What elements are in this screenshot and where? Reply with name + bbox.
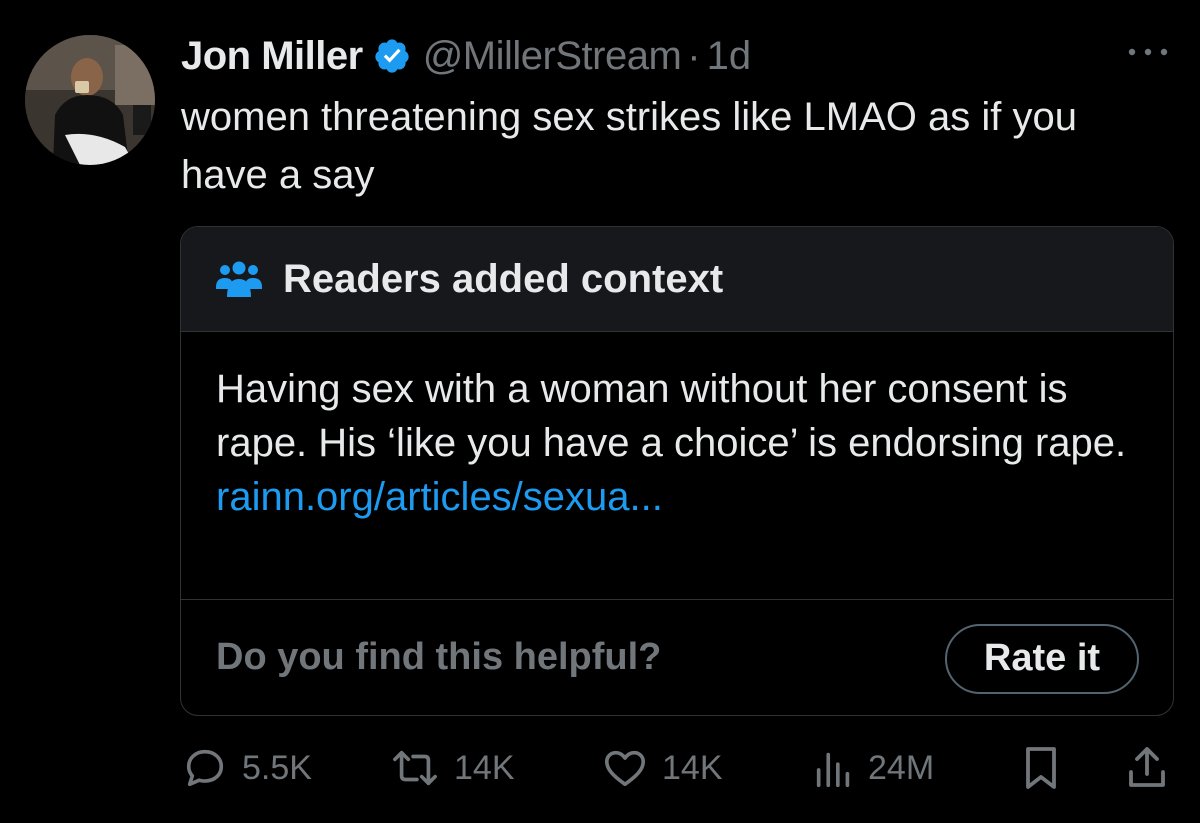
- helpful-question: Do you find this helpful?: [216, 636, 662, 678]
- community-note-header[interactable]: Readers added context: [181, 227, 1173, 332]
- views-count: 24M: [868, 748, 935, 787]
- community-note-text: Having sex with a woman without her cons…: [216, 367, 1127, 465]
- bookmark-button[interactable]: [1020, 740, 1062, 796]
- community-note-body: Having sex with a woman without her cons…: [181, 332, 1173, 600]
- author-name[interactable]: Jon Miller: [181, 34, 363, 79]
- views-button[interactable]: 24M: [812, 740, 934, 796]
- like-button[interactable]: 14K: [600, 740, 723, 796]
- share-icon: [1129, 747, 1165, 787]
- tweet-actions: 5.5K 14K 14K 24M: [180, 740, 1170, 796]
- share-button[interactable]: [1124, 740, 1170, 796]
- bookmark-icon: [1026, 747, 1056, 789]
- community-note-footer: Do you find this helpful? Rate it: [181, 600, 1173, 715]
- author-handle[interactable]: @MillerStream: [423, 34, 682, 79]
- avatar-image: [25, 35, 155, 165]
- reply-button[interactable]: 5.5K: [180, 740, 312, 796]
- reply-icon: [186, 749, 224, 787]
- verified-badge-icon: [375, 39, 409, 73]
- community-note: Readers added context Having sex with a …: [180, 226, 1174, 716]
- repost-icon: [393, 750, 437, 786]
- repost-button[interactable]: 14K: [388, 740, 515, 796]
- community-note-link[interactable]: rainn.org/articles/sexua...: [216, 470, 1139, 524]
- community-note-title: Readers added context: [283, 256, 724, 301]
- like-icon: [604, 750, 646, 787]
- rate-it-button[interactable]: Rate it: [945, 623, 1139, 694]
- reply-count: 5.5K: [242, 748, 312, 787]
- more-icon[interactable]: [1125, 44, 1171, 60]
- people-icon: [216, 261, 262, 297]
- like-count: 14K: [662, 748, 723, 787]
- tweet-text: women threatening sex strikes like LMAO …: [181, 95, 1077, 197]
- views-icon: [816, 752, 850, 788]
- tweet-timestamp[interactable]: 1d: [707, 34, 752, 79]
- avatar[interactable]: [25, 35, 155, 165]
- tweet-header: Jon Miller @MillerStream · 1d: [181, 28, 751, 84]
- repost-count: 14K: [454, 748, 515, 787]
- separator-dot: ·: [687, 33, 701, 78]
